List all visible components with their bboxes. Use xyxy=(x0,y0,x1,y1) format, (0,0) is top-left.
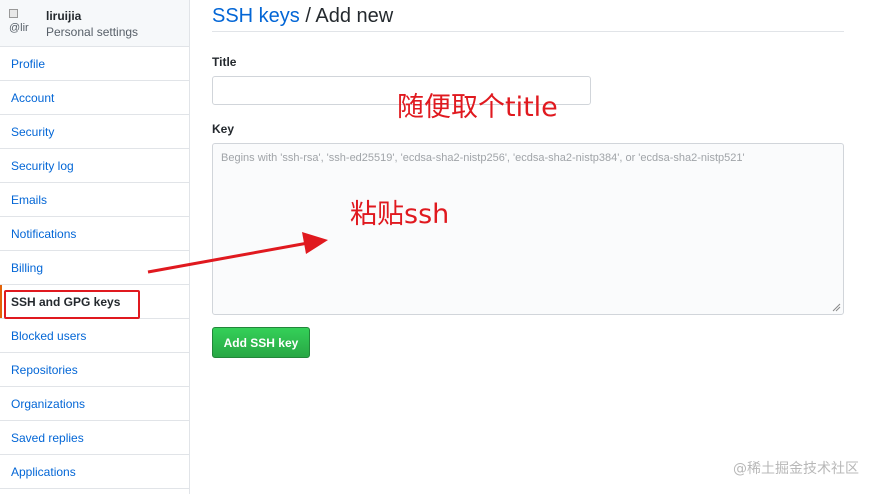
sidebar-item-security[interactable]: Security xyxy=(0,115,189,149)
sidebar-item-notifications[interactable]: Notifications xyxy=(0,217,189,251)
title-annotation: 随便取个title xyxy=(397,92,558,123)
sidebar-item-ssh-gpg-keys[interactable]: SSH and GPG keys xyxy=(0,285,189,319)
sidebar-item-security-log[interactable]: Security log xyxy=(0,149,189,183)
avatar[interactable]: @lir xyxy=(9,9,37,37)
user-header: @lir liruijia Personal settings xyxy=(0,0,189,47)
breadcrumb-current: Add new xyxy=(315,5,394,27)
sidebar-item-account[interactable]: Account xyxy=(0,81,189,115)
settings-sidebar: @lir liruijia Personal settings Profile … xyxy=(0,0,190,494)
key-annotation: 粘贴ssh xyxy=(350,199,450,230)
key-textarea[interactable] xyxy=(212,143,844,315)
add-ssh-key-button[interactable]: Add SSH key xyxy=(212,327,310,358)
sidebar-item-blocked-users[interactable]: Blocked users xyxy=(0,319,189,353)
sidebar-item-profile[interactable]: Profile xyxy=(0,47,189,81)
personal-settings-label: Personal settings xyxy=(46,25,139,39)
sidebar-item-saved-replies[interactable]: Saved replies xyxy=(0,421,189,455)
sidebar-item-billing[interactable]: Billing xyxy=(0,251,189,285)
main-content: SSH keys / Add new Title Key Add SSH key xyxy=(212,0,844,358)
title-label: Title xyxy=(212,55,237,69)
sidebar-item-emails[interactable]: Emails xyxy=(0,183,189,217)
watermark: @稀土掘金技术社区 xyxy=(733,461,859,477)
breadcrumb-separator: / xyxy=(305,5,311,27)
page-title: SSH keys / Add new xyxy=(212,0,844,32)
broken-image-icon xyxy=(9,9,18,18)
sidebar-item-organizations[interactable]: Organizations xyxy=(0,387,189,421)
username[interactable]: liruijia xyxy=(46,9,81,23)
avatar-alt-text: @lir xyxy=(9,22,29,34)
sidebar-item-applications[interactable]: Applications xyxy=(0,455,189,489)
sidebar-item-repositories[interactable]: Repositories xyxy=(0,353,189,387)
settings-nav: Profile Account Security Security log Em… xyxy=(0,47,189,489)
breadcrumb-ssh-keys-link[interactable]: SSH keys xyxy=(212,5,300,27)
key-label: Key xyxy=(212,122,235,136)
